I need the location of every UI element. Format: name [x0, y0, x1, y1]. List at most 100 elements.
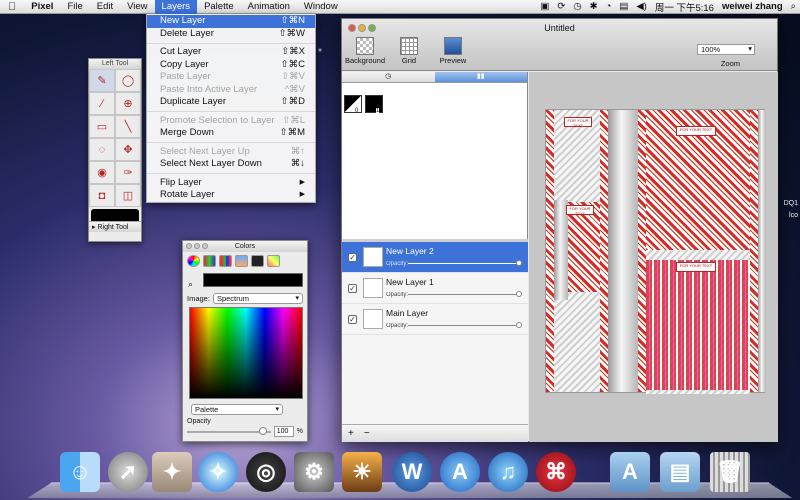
tab-layers[interactable]: ▮▮ — [434, 72, 527, 82]
menu-item-cut-layer[interactable]: Cut Layer ⇧⌘X — [147, 46, 315, 59]
magnifier-icon[interactable]: ⌕ — [188, 279, 193, 290]
menu-window[interactable]: Window — [297, 0, 345, 14]
line-tool-icon[interactable]: ╲ — [115, 115, 141, 138]
menu-item-rotate-layer[interactable]: Rotate Layer ▶ — [147, 189, 315, 202]
layer-opacity-slider[interactable] — [408, 322, 522, 328]
frame-thumbnail[interactable] — [344, 95, 362, 113]
palette-icon[interactable] — [219, 255, 232, 267]
current-color-well[interactable] — [203, 273, 303, 287]
layer-name[interactable]: Main Layer — [386, 308, 428, 318]
grid-button[interactable]: Grid — [390, 37, 428, 65]
artwork-canvas[interactable]: FOR YOUR TEXT FOR YOUR TEXT FOR YOUR TEX… — [545, 109, 766, 394]
crayons-icon[interactable] — [251, 255, 264, 267]
word-icon[interactable]: W — [392, 452, 432, 492]
colors-panel: Colors ⌕ Image: Spectrum Palette Opacity… — [182, 240, 308, 442]
layer-opacity-slider[interactable] — [408, 291, 522, 297]
layer-row[interactable]: ✓ New Layer 2 Opacity: — [342, 242, 528, 273]
eyedropper-tool-icon[interactable]: ✑ — [115, 161, 141, 184]
palette-select[interactable]: Palette — [191, 403, 283, 415]
opacity-value[interactable]: 100 — [273, 426, 294, 437]
launchpad-icon[interactable]: ➚ — [108, 452, 148, 492]
acrobat-icon[interactable]: ⌘ — [536, 452, 576, 492]
layer-row[interactable]: ✓ New Layer 1 Opacity: — [342, 273, 528, 304]
zoom-tool-icon[interactable]: ⊕ — [115, 92, 141, 115]
left-tool-color-swatch[interactable] — [91, 209, 139, 221]
image-palette-icon[interactable] — [235, 255, 248, 267]
sliders-icon[interactable] — [203, 255, 216, 267]
brush-tool-icon[interactable]: ⁄ — [89, 92, 115, 115]
wifi-icon[interactable]: ◔ — [602, 1, 616, 12]
zoom-select[interactable]: 100% — [697, 44, 755, 55]
menu-edit[interactable]: Edit — [90, 0, 120, 14]
layer-name[interactable]: New Layer 1 — [386, 277, 434, 287]
remove-layer-button[interactable]: − — [364, 428, 370, 439]
color-wheel-icon[interactable] — [187, 255, 200, 267]
fill-tool-icon[interactable]: ◉ — [89, 161, 115, 184]
pencils-icon[interactable] — [267, 255, 280, 267]
menu-item-duplicate-layer[interactable]: Duplicate Layer ⇧⌘D — [147, 96, 315, 109]
layer-name[interactable]: New Layer 2 — [386, 246, 434, 256]
zoom-icon[interactable] — [202, 243, 208, 249]
volume-icon[interactable]: ◀) — [632, 1, 650, 12]
timemachine-icon[interactable]: ◷ — [569, 1, 585, 12]
trash-icon[interactable]: 🗑 — [710, 452, 750, 492]
pencil-tool-icon[interactable]: ✎ — [89, 69, 115, 92]
iphoto-icon[interactable]: ☀ — [342, 452, 382, 492]
finder-icon[interactable]: ☺ — [60, 452, 100, 492]
image-select[interactable]: Spectrum — [212, 292, 303, 304]
spotlight-icon[interactable]: ⌕ — [787, 1, 800, 12]
layer-visibility-checkbox[interactable]: ✓ — [348, 252, 357, 262]
menu-palette[interactable]: Palette — [197, 0, 241, 14]
safari-icon[interactable]: ✧ — [198, 452, 238, 492]
layer-row[interactable]: ✓ Main Layer Opacity: — [342, 304, 528, 335]
eraser-tool-icon[interactable]: ◫ — [115, 184, 141, 207]
itunes-icon[interactable]: ♫ — [488, 452, 528, 492]
canvas-area[interactable]: FOR YOUR TEXT FOR YOUR TEXT FOR YOUR TEX… — [529, 72, 778, 442]
tab-frames[interactable]: ◷ — [342, 72, 435, 82]
layer-visibility-checkbox[interactable]: ✓ — [348, 314, 357, 324]
background-button[interactable]: Background — [345, 37, 385, 65]
layer-list: ✓ New Layer 2 Opacity: ✓ New Layer 1 Opa… — [342, 239, 528, 424]
menu-item-flip-layer[interactable]: Flip Layer ▶ — [147, 177, 315, 190]
menu-item-new-layer[interactable]: New Layer ⇧⌘N — [147, 15, 315, 28]
menu-item-copy-layer[interactable]: Copy Layer ⇧⌘C — [147, 59, 315, 72]
minimize-icon[interactable] — [194, 243, 200, 249]
stamp-tool-icon[interactable]: ◘ — [89, 184, 115, 207]
frame-thumbnail[interactable] — [365, 95, 383, 113]
menubar-user[interactable]: weiwei zhang — [718, 1, 787, 12]
apple-menu-icon[interactable]:  — [0, 0, 24, 14]
preview-app-icon[interactable]: ✦ — [152, 452, 192, 492]
window-title: Untitled — [544, 23, 575, 33]
menu-item-merge-down[interactable]: Merge Down ⇧⌘M — [147, 127, 315, 140]
rect-select-tool-icon[interactable]: ▭ — [89, 115, 115, 138]
move-tool-icon[interactable]: ✥ — [115, 138, 141, 161]
menu-app[interactable]: Pixel — [24, 0, 60, 14]
menu-item-delete-layer[interactable]: Delete Layer ⇧⌘W — [147, 28, 315, 41]
dashboard-icon[interactable]: ◎ — [246, 452, 286, 492]
flag-icon[interactable]: ▤ — [615, 1, 632, 12]
right-tool-disclosure[interactable]: ▸ Right Tool — [89, 221, 141, 232]
system-preferences-icon[interactable]: ⚙ — [294, 452, 334, 492]
color-spectrum[interactable] — [189, 307, 303, 399]
applications-folder-icon[interactable]: A — [610, 452, 650, 492]
menu-view[interactable]: View — [120, 0, 154, 14]
opacity-slider[interactable] — [187, 426, 271, 435]
sync-icon[interactable]: ⟳ — [553, 1, 569, 12]
close-icon[interactable] — [186, 243, 192, 249]
menu-file[interactable]: File — [60, 0, 89, 14]
layer-opacity-slider[interactable] — [408, 260, 522, 266]
documents-folder-icon[interactable]: ▤ — [660, 452, 700, 492]
app-store-icon[interactable]: A — [440, 452, 480, 492]
preview-button[interactable]: Preview — [434, 37, 472, 65]
menu-item-select-next-down[interactable]: Select Next Layer Down ⌘↓ — [147, 158, 315, 171]
menu-animation[interactable]: Animation — [241, 0, 297, 14]
bluetooth-icon[interactable]: ✱ — [586, 1, 602, 12]
status-icon[interactable]: ▣ — [536, 1, 553, 12]
menu-layers[interactable]: Layers — [154, 0, 198, 14]
lasso-tool-icon[interactable]: ◌ — [89, 138, 115, 161]
add-layer-button[interactable]: + — [348, 428, 354, 439]
ellipse-tool-icon[interactable]: ◯ — [115, 69, 141, 92]
menubar-clock[interactable]: 周一 下午5:16 — [651, 0, 718, 14]
layer-visibility-checkbox[interactable]: ✓ — [348, 283, 357, 293]
layer-thumbnail — [363, 278, 383, 298]
